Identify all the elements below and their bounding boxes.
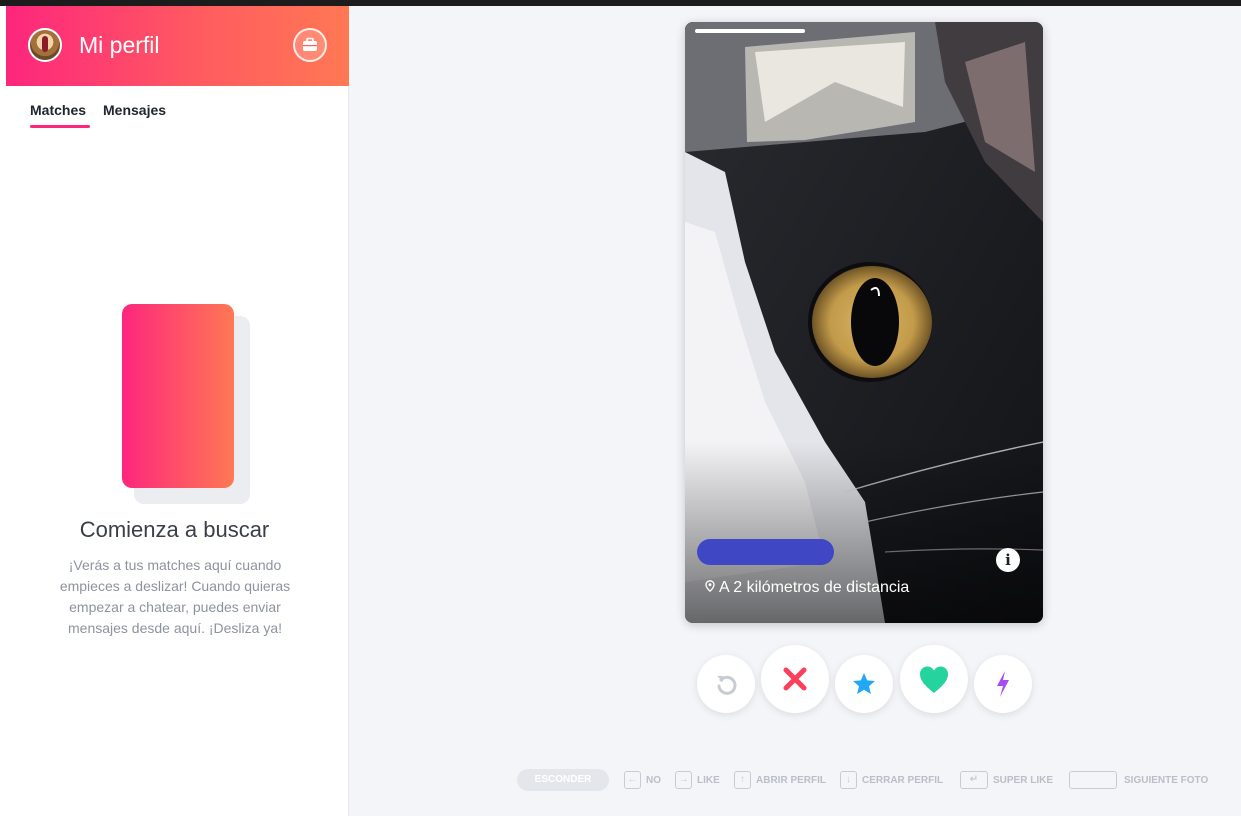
like-button[interactable] [900, 645, 968, 713]
shortcut-super-like-label: SUPER LIKE [993, 775, 1054, 786]
location-pin-icon [705, 580, 715, 592]
enter-key-icon: ↵ [960, 771, 988, 789]
nope-button[interactable] [761, 645, 829, 713]
tab-messages[interactable]: Mensajes [103, 102, 166, 118]
down-arrow-key-icon: ↓ [840, 771, 857, 789]
boost-button[interactable] [974, 655, 1032, 713]
hide-shortcuts-button[interactable]: ESCONDER [517, 769, 609, 791]
shortcut-next-photo-label: SIGUIENTE FOTO [1124, 775, 1209, 786]
profile-distance: A 2 kilómetros de distancia [705, 579, 909, 597]
profile-title[interactable]: Mi perfil [79, 32, 160, 59]
super-like-button[interactable] [835, 655, 893, 713]
shortcut-open-profile-label: ABRIR PERFIL [756, 775, 826, 786]
info-icon[interactable]: i [996, 548, 1020, 572]
space-key-icon [1069, 771, 1117, 789]
bolt-icon [997, 671, 1009, 697]
sidebar-header: Mi perfil [6, 6, 349, 86]
empty-state-text: ¡Verás a tus matches aquí cuando empiece… [59, 557, 291, 636]
avatar[interactable] [28, 28, 62, 62]
shortcut-no-label: NO [646, 775, 661, 786]
tab-matches[interactable]: Matches [30, 102, 86, 118]
empty-state-illustration [122, 304, 250, 504]
right-arrow-key-icon: → [675, 771, 692, 789]
rewind-icon [717, 675, 737, 695]
x-icon [783, 667, 807, 691]
work-mode-button[interactable] [293, 28, 327, 62]
active-tab-indicator [30, 125, 90, 128]
sidebar: Mi perfil Matches Mensajes Comienza a bu… [0, 6, 349, 816]
empty-state-title: Comienza a buscar [79, 517, 270, 542]
shortcut-close-profile-label: CERRAR PERFIL [862, 775, 944, 786]
star-icon [853, 673, 875, 694]
heart-icon [920, 666, 948, 693]
distance-label: A 2 kilómetros de distancia [719, 579, 910, 596]
photo-progress-bar [695, 29, 805, 33]
briefcase-icon [303, 37, 317, 51]
profile-card[interactable]: i A 2 kilómetros de distancia [685, 22, 1043, 623]
left-arrow-key-icon: ← [624, 771, 641, 789]
profile-name-redacted [697, 539, 834, 565]
card-illustration [122, 304, 234, 488]
rewind-button[interactable] [697, 655, 755, 713]
up-arrow-key-icon: ↑ [734, 771, 751, 789]
shortcut-like-label: LIKE [697, 775, 720, 786]
